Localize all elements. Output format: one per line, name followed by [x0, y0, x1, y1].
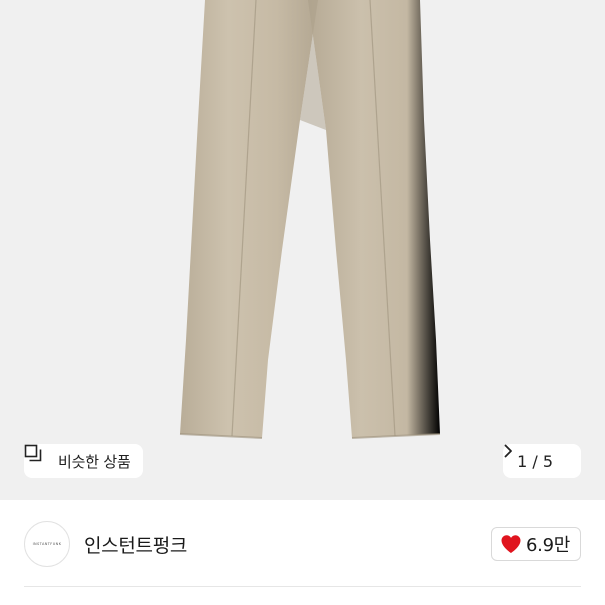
image-pager-button[interactable]: 1 / 5	[503, 444, 581, 478]
similar-products-icon	[24, 444, 52, 470]
image-pager-label: 1 / 5	[517, 451, 553, 471]
similar-products-label: 비슷한 상품	[58, 452, 131, 471]
section-divider	[24, 586, 581, 587]
product-image[interactable]: 비슷한 상품 1 / 5	[0, 0, 605, 500]
seller-row[interactable]: INSTANTFUNK 인스턴트펑크 6.9만	[0, 500, 605, 588]
chevron-right-icon	[504, 444, 569, 468]
similar-products-button[interactable]: 비슷한 상품	[24, 444, 143, 478]
store-logo: INSTANTFUNK	[32, 542, 62, 546]
heart-icon	[500, 534, 522, 554]
store-avatar[interactable]: INSTANTFUNK	[24, 521, 70, 567]
like-count: 6.9만	[526, 535, 570, 556]
store-name[interactable]: 인스턴트펑크	[84, 531, 187, 558]
like-button[interactable]: 6.9만	[491, 527, 581, 561]
product-detail-page: 비슷한 상품 1 / 5 INSTANTFUNK 인스턴트펑크 6.9만	[0, 0, 605, 605]
trousers-illustration	[179, 0, 441, 439]
